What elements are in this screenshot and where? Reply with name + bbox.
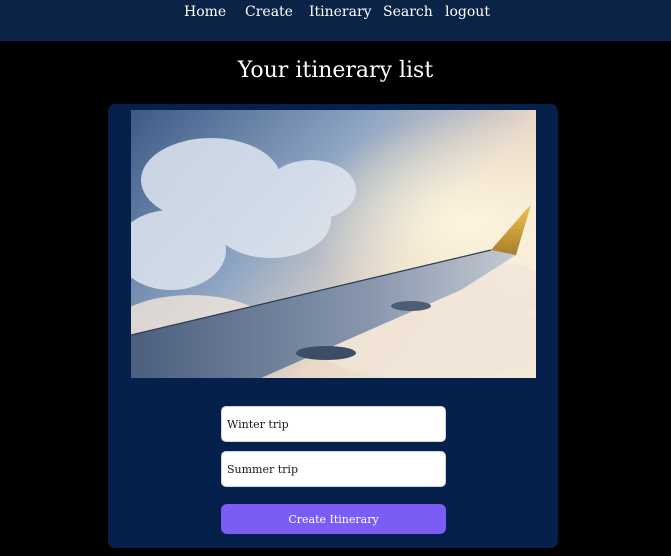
create-itinerary-button[interactable]: Create Itinerary [221,504,446,534]
nav-links: Home Create Itinerary Search logout [0,4,671,24]
page-title: Your itinerary list [237,58,434,83]
itinerary-summer-field[interactable] [221,451,446,487]
nav-itinerary-link[interactable]: Itinerary [309,4,372,20]
airplane-wing-icon [131,110,536,378]
nav-home-link[interactable]: Home [184,4,226,20]
nav-create-link[interactable]: Create [245,4,293,20]
nav-logout-link[interactable]: logout [445,4,490,20]
itinerary-winter-field[interactable] [221,406,446,442]
nav-search-link[interactable]: Search [383,4,433,20]
airplane-wing-image [131,110,536,378]
top-navbar: Home Create Itinerary Search logout [0,0,671,41]
itinerary-card: Create Itinerary [108,104,558,548]
